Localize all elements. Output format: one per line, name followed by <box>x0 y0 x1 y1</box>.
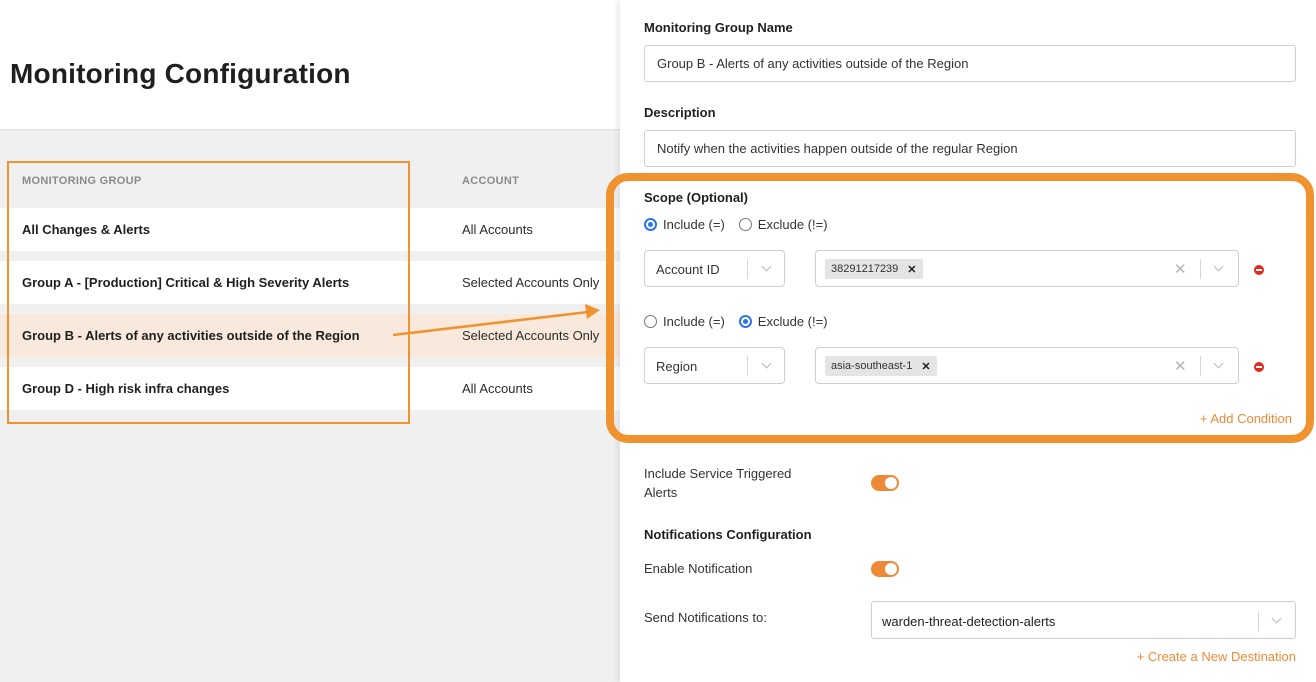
remove-condition-icon[interactable] <box>1254 362 1264 372</box>
scope-label: Scope (Optional) <box>644 190 748 205</box>
column-header-monitoring-group[interactable]: MONITORING GROUP <box>22 175 142 187</box>
table-row[interactable]: All Changes & Alerts All Accounts <box>0 208 620 251</box>
clear-icon[interactable]: ✕ <box>1174 357 1187 375</box>
condition-1-values-select[interactable]: 38291217239 ✕ ✕ <box>815 250 1239 287</box>
highlight-box-scope <box>606 173 1314 443</box>
exclude-radio[interactable]: Exclude (!=) <box>738 314 828 329</box>
column-header-account[interactable]: ACCOUNT <box>462 175 519 187</box>
monitoring-groups-table: MONITORING GROUP ACCOUNT All Changes & A… <box>0 155 620 420</box>
group-name-input[interactable]: Group B - Alerts of any activities outsi… <box>644 45 1296 82</box>
service-triggered-label: Include Service Triggered Alerts <box>644 466 792 500</box>
remove-chip-icon[interactable]: ✕ <box>907 263 916 276</box>
chevron-down-icon <box>1213 261 1224 272</box>
account-scope: All Accounts <box>462 381 533 396</box>
notifications-heading: Notifications Configuration <box>644 527 812 542</box>
account-scope: Selected Accounts Only <box>462 275 600 290</box>
group-name: Group A - [Production] Critical & High S… <box>22 275 350 290</box>
create-destination-link[interactable]: + Create a New Destination <box>1137 649 1296 664</box>
radio-unchecked-icon <box>738 218 752 231</box>
edit-monitoring-group-panel: Monitoring Group Name Group B - Alerts o… <box>606 0 1316 682</box>
description-label: Description <box>644 105 716 120</box>
clear-icon[interactable]: ✕ <box>1174 260 1187 278</box>
include-radio[interactable]: Include (=) <box>644 314 725 329</box>
chevron-down-icon <box>761 261 772 272</box>
group-name: All Changes & Alerts <box>22 222 151 237</box>
remove-condition-icon[interactable] <box>1254 265 1264 275</box>
destination-select[interactable]: warden-threat-detection-alerts <box>871 601 1296 639</box>
radio-unchecked-icon <box>644 315 657 328</box>
chevron-down-icon <box>1213 358 1224 369</box>
group-name: Group D - High risk infra changes <box>22 381 230 396</box>
condition-1-mode: Include (=) Exclude (!=) <box>644 217 842 232</box>
chevron-down-icon <box>1271 613 1282 624</box>
table-row-selected[interactable]: Group B - Alerts of any activities outsi… <box>0 314 620 357</box>
table-row[interactable]: Group D - High risk infra changes All Ac… <box>0 367 620 410</box>
include-radio[interactable]: Include (=) <box>644 217 725 232</box>
service-triggered-toggle[interactable] <box>871 475 899 491</box>
value-chip: 38291217239 ✕ <box>825 259 923 279</box>
value-chip: asia-southeast-1 ✕ <box>825 356 937 376</box>
enable-notification-toggle[interactable] <box>871 561 899 577</box>
condition-1-field-select[interactable]: Account ID <box>644 250 785 287</box>
account-scope: Selected Accounts Only <box>462 328 600 343</box>
chevron-down-icon <box>761 358 772 369</box>
condition-2-values-select[interactable]: asia-southeast-1 ✕ ✕ <box>815 347 1239 384</box>
account-scope: All Accounts <box>462 222 533 237</box>
table-header: MONITORING GROUP ACCOUNT <box>0 155 620 208</box>
page-title: Monitoring Configuration <box>10 58 351 89</box>
condition-2-field-select[interactable]: Region <box>644 347 785 384</box>
exclude-radio[interactable]: Exclude (!=) <box>738 217 828 232</box>
send-to-label: Send Notifications to: <box>644 610 767 625</box>
add-condition-link[interactable]: + Add Condition <box>1200 411 1292 426</box>
group-name: Group B - Alerts of any activities outsi… <box>22 328 360 343</box>
radio-checked-icon <box>738 315 752 328</box>
page-header: Monitoring Configuration <box>0 0 620 130</box>
condition-2-mode: Include (=) Exclude (!=) <box>644 314 842 329</box>
radio-checked-icon <box>644 218 657 231</box>
remove-chip-icon[interactable]: ✕ <box>921 360 930 373</box>
table-row[interactable]: Group A - [Production] Critical & High S… <box>0 261 620 304</box>
description-input[interactable]: Notify when the activities happen outsid… <box>644 130 1296 167</box>
enable-notification-label: Enable Notification <box>644 561 753 576</box>
group-name-label: Monitoring Group Name <box>644 20 793 35</box>
